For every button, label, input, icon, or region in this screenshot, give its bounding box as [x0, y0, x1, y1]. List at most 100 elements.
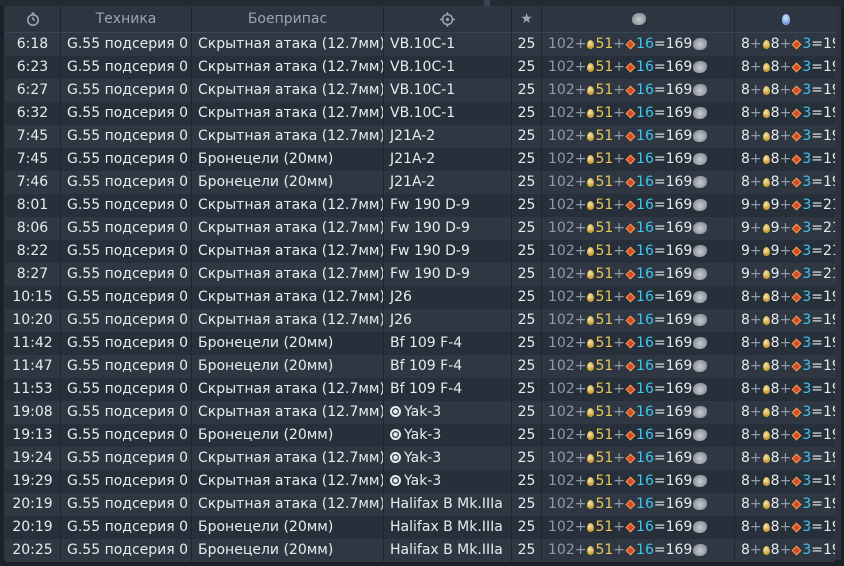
lions-total: 169	[665, 128, 693, 144]
table-row[interactable]: 19:08 G.55 подсерия 0 Скрытная атака (12.7…	[5, 401, 835, 424]
plus-sign: +	[613, 151, 626, 167]
lions-bonus-gold: 51	[595, 519, 614, 535]
plus-sign: +	[574, 496, 587, 512]
target-marker-icon	[390, 428, 401, 440]
col-lions-header[interactable]	[542, 7, 735, 32]
gold-drop-icon	[587, 430, 595, 440]
red-diamond-icon	[791, 407, 802, 417]
target-marker-icon	[390, 405, 401, 417]
lions-bonus-gold: 51	[595, 542, 614, 558]
lion-icon	[693, 337, 708, 349]
row-vehicle: G.55 подсерия 0	[61, 309, 192, 332]
rp-bonus-gold: 8	[770, 82, 780, 98]
table-row[interactable]: 8:01 G.55 подсерия 0 Скрытная атака (12.7м…	[5, 194, 835, 217]
table-row[interactable]: 20:19 G.55 подсерия 0 Бронецели (20мм) Hali…	[5, 516, 835, 539]
scrollbar-thumb[interactable]	[836, 6, 841, 560]
rp-total: 19	[822, 519, 835, 535]
rp-base: 9	[741, 197, 750, 213]
table-row[interactable]: 8:22 G.55 подсерия 0 Скрытная атака (12.7м…	[5, 240, 835, 263]
table-row[interactable]: 10:15 G.55 подсерия 0 Скрытная атака (12.7…	[5, 286, 835, 309]
equals-sign: =	[811, 289, 823, 305]
row-target: Yak-3	[384, 424, 512, 447]
row-ammo: Скрытная атака (12.7мм)	[192, 378, 384, 401]
red-diamond-icon	[791, 85, 802, 95]
col-research-header[interactable]	[735, 7, 835, 32]
table-row[interactable]: 7:46 G.55 подсерия 0 Бронецели (20мм) J21A-…	[5, 171, 835, 194]
table-row[interactable]: 11:47 G.55 подсерия 0 Бронецели (20мм) Bf 1…	[5, 355, 835, 378]
plus-sign: +	[749, 542, 762, 558]
row-vehicle: G.55 подсерия 0	[61, 447, 192, 470]
row-rank: 25	[512, 217, 542, 240]
plus-sign: +	[779, 496, 792, 512]
lion-icon	[693, 38, 708, 50]
row-target-name: Bf 109 F-4	[390, 335, 463, 351]
col-rank-header[interactable]: ★	[512, 7, 542, 32]
lions-bonus-gold: 51	[595, 266, 614, 282]
table-row[interactable]: 6:23 G.55 подсерия 0 Скрытная атака (12.7м…	[5, 56, 835, 79]
rp-bonus-cyan: 3	[802, 519, 812, 535]
table-row[interactable]: 11:42 G.55 подсерия 0 Бронецели (20мм) Bf 1…	[5, 332, 835, 355]
col-target-header[interactable]	[384, 7, 512, 32]
red-diamond-icon	[791, 522, 802, 532]
lions-base: 102	[548, 473, 575, 489]
rp-base: 9	[741, 266, 750, 282]
red-diamond-icon	[625, 85, 636, 95]
plus-sign: +	[749, 404, 762, 420]
table-row[interactable]: 11:53 G.55 подсерия 0 Скрытная атака (12.7…	[5, 378, 835, 401]
red-diamond-icon	[625, 39, 636, 49]
row-time: 20:19	[5, 516, 61, 539]
col-time-header[interactable]	[5, 7, 61, 32]
table-row[interactable]: 6:32 G.55 подсерия 0 Скрытная атака (12.7м…	[5, 102, 835, 125]
row-vehicle: G.55 подсерия 0	[61, 355, 192, 378]
table-row[interactable]: 8:06 G.55 подсерия 0 Скрытная атака (12.7м…	[5, 217, 835, 240]
target-marker-icon	[390, 451, 401, 463]
plus-sign: +	[779, 289, 792, 305]
gold-drop-icon	[587, 269, 595, 279]
row-vehicle: G.55 подсерия 0	[61, 424, 192, 447]
plus-sign: +	[613, 36, 626, 52]
table-row[interactable]: 6:18 G.55 подсерия 0 Скрытная атака (12.7м…	[5, 33, 835, 56]
plus-sign: +	[749, 450, 762, 466]
row-rank: 25	[512, 263, 542, 286]
rp-total: 19	[822, 450, 835, 466]
table-row[interactable]: 8:27 G.55 подсерия 0 Скрытная атака (12.7м…	[5, 263, 835, 286]
table-row[interactable]: 10:20 G.55 подсерия 0 Скрытная атака (12.7…	[5, 309, 835, 332]
rp-bonus-cyan: 3	[802, 151, 812, 167]
rp-bonus-cyan: 3	[802, 59, 812, 75]
table-row[interactable]: 6:27 G.55 подсерия 0 Скрытная атака (12.7м…	[5, 79, 835, 102]
row-target: Fw 190 D-9	[384, 217, 512, 240]
rp-bonus-gold: 8	[770, 59, 780, 75]
rp-bonus-gold: 8	[770, 358, 780, 374]
equals-sign: =	[653, 450, 666, 466]
table-row[interactable]: 19:29 G.55 подсерия 0 Скрытная атака (12.7…	[5, 470, 835, 493]
lions-bonus-cyan: 16	[636, 151, 654, 167]
col-vehicle-header[interactable]: Техника	[61, 7, 192, 32]
rp-total: 21	[822, 266, 835, 282]
lions-bonus-cyan: 16	[636, 335, 654, 351]
table-row[interactable]: 20:19 G.55 подсерия 0 Скрытная атака (12.7…	[5, 493, 835, 516]
table-row[interactable]: 7:45 G.55 подсерия 0 Скрытная атака (12.7м…	[5, 125, 835, 148]
rp-bonus-gold: 8	[770, 151, 780, 167]
rp-base: 8	[741, 59, 750, 75]
plus-sign: +	[574, 82, 587, 98]
row-ammo: Бронецели (20мм)	[192, 148, 384, 171]
equals-sign: =	[653, 381, 666, 397]
row-target: J21A-2	[384, 171, 512, 194]
table-row[interactable]: 20:25 G.55 подсерия 0 Бронецели (20мм) Hali…	[5, 539, 835, 562]
row-vehicle: G.55 подсерия 0	[61, 539, 192, 562]
row-lions: 102+ 51+ 16=169	[542, 263, 735, 286]
lions-base: 102	[548, 128, 575, 144]
gold-drop-icon	[587, 62, 595, 72]
row-target-name: Fw 190 D-9	[390, 243, 470, 259]
row-rank: 25	[512, 424, 542, 447]
table-row[interactable]: 19:24 G.55 подсерия 0 Скрытная атака (12.7…	[5, 447, 835, 470]
row-target-name: J21A-2	[390, 128, 436, 144]
rp-bonus-cyan: 3	[802, 312, 812, 328]
lions-base: 102	[548, 243, 575, 259]
table-row[interactable]: 19:13 G.55 подсерия 0 Бронецели (20мм) Yak-…	[5, 424, 835, 447]
col-ammo-header[interactable]: Боеприпас	[192, 7, 384, 32]
lions-total: 169	[665, 358, 693, 374]
equals-sign: =	[811, 542, 823, 558]
lions-bonus-cyan: 16	[636, 105, 654, 121]
table-row[interactable]: 7:45 G.55 подсерия 0 Бронецели (20мм) J21A-…	[5, 148, 835, 171]
